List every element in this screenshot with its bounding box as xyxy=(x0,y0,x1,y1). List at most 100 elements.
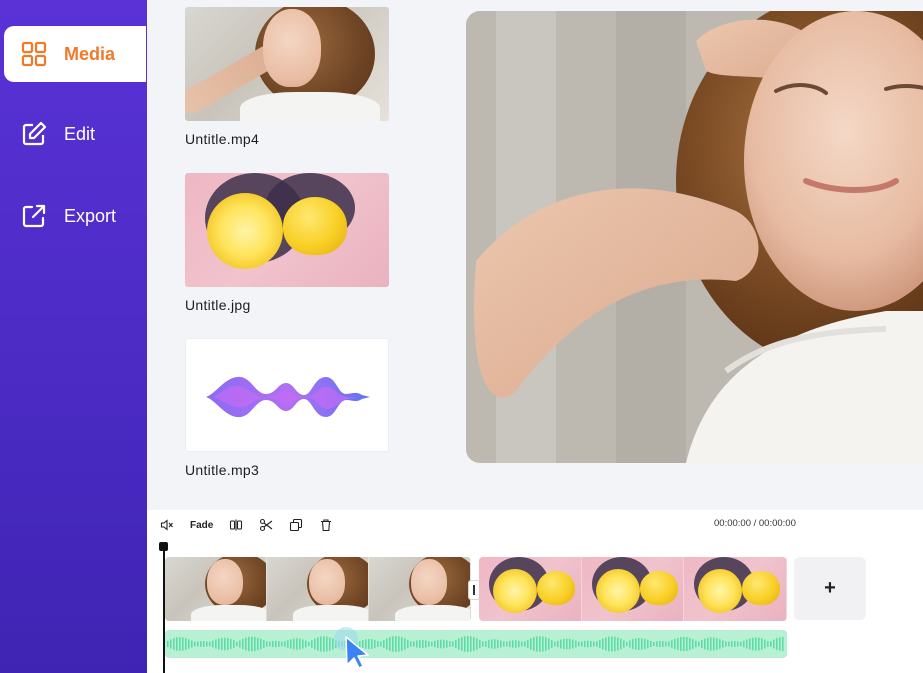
delete-button[interactable] xyxy=(319,518,333,532)
waveform-bar xyxy=(506,641,508,647)
video-clip[interactable] xyxy=(165,557,471,621)
sidebar-item-edit[interactable]: Edit xyxy=(4,106,146,162)
waveform-bar xyxy=(527,639,529,649)
waveform-bar xyxy=(410,641,412,647)
waveform-bar xyxy=(404,638,406,650)
waveform-bar xyxy=(530,638,532,650)
waveform-bar xyxy=(749,638,751,650)
waveform-bar xyxy=(290,639,292,649)
waveform-bar xyxy=(458,638,460,650)
duplicate-button[interactable] xyxy=(289,518,303,532)
waveform-bar xyxy=(605,637,607,651)
waveform-bar xyxy=(623,640,625,648)
waveform-bar xyxy=(596,641,598,647)
waveform-bar xyxy=(566,638,568,650)
waveform-bar xyxy=(701,639,703,649)
waveform-bar xyxy=(218,638,220,650)
waveform-bar xyxy=(485,641,487,647)
waveform-bar xyxy=(740,641,742,647)
image-clip[interactable] xyxy=(479,557,787,621)
audio-track[interactable] xyxy=(165,630,787,658)
waveform-bar xyxy=(233,640,235,648)
waveform-bar xyxy=(659,640,661,648)
clip-frame xyxy=(581,557,685,621)
split-button[interactable] xyxy=(229,518,243,532)
waveform-bar xyxy=(314,638,316,650)
waveform-bar xyxy=(590,640,592,648)
waveform-bar xyxy=(263,640,265,648)
waveform-bar xyxy=(548,638,550,650)
fade-button[interactable]: Fade xyxy=(190,520,213,531)
timeline-toolbar: Fade xyxy=(160,516,349,534)
waveform-bar xyxy=(551,640,553,648)
add-clip-button[interactable]: + xyxy=(794,557,866,620)
waveform-bar xyxy=(572,639,574,649)
waveform-bar xyxy=(644,638,646,650)
waveform-bar xyxy=(299,638,301,650)
waveform-bar xyxy=(716,638,718,650)
waveform-bar xyxy=(635,638,637,650)
waveform-bar xyxy=(194,641,196,647)
waveform-bar xyxy=(173,638,175,650)
edit-icon xyxy=(20,120,48,148)
media-item-video[interactable]: Untitle.mp4 xyxy=(185,7,389,147)
waveform-bar xyxy=(287,640,289,648)
waveform-bar xyxy=(170,639,172,649)
cut-button[interactable] xyxy=(259,518,273,532)
sidebar-item-label: Edit xyxy=(64,123,96,144)
waveform-bar xyxy=(521,641,523,647)
waveform-bar xyxy=(737,641,739,647)
waveform-bar xyxy=(392,636,394,652)
waveform-bar xyxy=(680,637,682,651)
clip-frame xyxy=(267,557,369,621)
waveform-bar xyxy=(554,641,556,647)
sidebar-item-export[interactable]: Export xyxy=(4,188,146,244)
sidebar-item-media[interactable]: Media xyxy=(4,26,146,82)
waveform-bar xyxy=(758,637,760,651)
waveform-bar xyxy=(470,636,472,652)
waveform-bar xyxy=(722,640,724,648)
waveform-bar xyxy=(707,637,709,651)
waveform-bar xyxy=(764,639,766,649)
waveform-bar xyxy=(203,641,205,647)
waveform-bar xyxy=(239,640,241,648)
waveform-bar xyxy=(494,639,496,649)
clip-frame xyxy=(684,557,787,621)
waveform-bar xyxy=(617,637,619,651)
sidebar-item-label: Export xyxy=(64,205,117,226)
waveform-bar xyxy=(455,639,457,649)
waveform-bar xyxy=(509,640,511,648)
waveform-bar xyxy=(389,637,391,651)
media-item-image[interactable]: Untitle.jpg xyxy=(185,173,389,313)
waveform-bar xyxy=(704,638,706,650)
waveform-bar xyxy=(674,638,676,650)
scissors-icon xyxy=(260,518,273,532)
waveform-bar xyxy=(380,641,382,647)
video-preview[interactable] xyxy=(466,11,923,463)
waveform-bar xyxy=(488,640,490,648)
waveform-bar xyxy=(641,638,643,650)
mute-button[interactable] xyxy=(160,518,174,532)
waveform-bar xyxy=(581,641,583,647)
clip-frame xyxy=(479,557,582,621)
waveform-bar xyxy=(713,637,715,651)
clip-frame xyxy=(369,557,471,621)
waveform-bar xyxy=(242,638,244,650)
waveform-bar xyxy=(518,640,520,648)
media-item-audio[interactable]: Untitle.mp3 xyxy=(185,338,389,478)
waveform-bar xyxy=(251,636,253,652)
waveform-bar xyxy=(593,641,595,647)
waveform-bar xyxy=(182,637,184,651)
waveform-bar xyxy=(188,639,190,649)
waveform-bar xyxy=(407,639,409,649)
waveform-bar xyxy=(284,641,286,647)
mouse-cursor-icon xyxy=(334,627,369,669)
waveform-bar xyxy=(185,638,187,650)
waveform-bar xyxy=(281,641,283,647)
waveform-bar xyxy=(677,637,679,651)
waveform-bar xyxy=(710,637,712,651)
waveform-bar xyxy=(746,639,748,649)
waveform-bar xyxy=(434,640,436,648)
waveform-bar xyxy=(221,637,223,651)
waveform-bar xyxy=(563,638,565,650)
